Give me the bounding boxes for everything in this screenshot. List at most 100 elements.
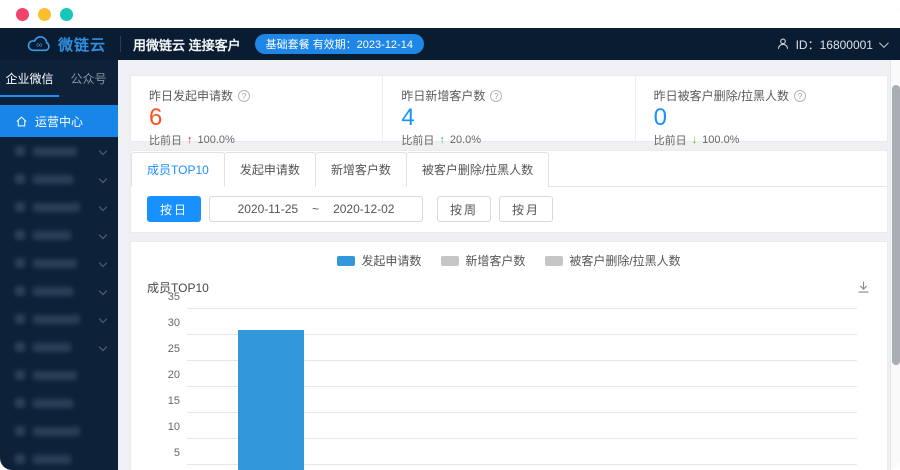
date-range-input[interactable]: 2020-11-25 ~ 2020-12-02 [209, 196, 423, 222]
sidebar-tab-wecom[interactable]: 企业微信 [0, 70, 59, 97]
tab-new-customer-count[interactable]: 新增客户数 [315, 152, 407, 187]
y-axis-tick: 5 [174, 447, 180, 459]
bar-chart: 05101520253035 [187, 310, 857, 470]
range-end-value: 2020-12-02 [333, 202, 394, 216]
brand-name: 微链云 [58, 34, 106, 55]
header-divider [120, 36, 121, 52]
menu-label-blurred [33, 147, 77, 156]
legend-item-requests[interactable]: 发起申请数 [337, 252, 421, 269]
menu-icon [15, 230, 25, 240]
y-axis-tick: 25 [168, 343, 180, 355]
range-separator: ~ [312, 202, 319, 216]
app-window: ∞ 微链云 用微链云 连接客户 基础套餐 有效期：2023-12-14 ID：1… [0, 0, 900, 470]
stat-value: 4 [401, 105, 616, 131]
help-icon[interactable] [794, 90, 806, 102]
menu-icon [15, 202, 25, 212]
menu-label-blurred [33, 231, 71, 240]
range-start-value: 2020-11-25 [238, 202, 299, 216]
sidebar-item-blurred[interactable] [0, 361, 118, 389]
sidebar-item-blurred[interactable] [0, 165, 118, 193]
y-axis-tick: 15 [168, 395, 180, 407]
user-account-menu[interactable]: ID：16800001 [776, 36, 886, 53]
trend-up-icon: ↑ [439, 134, 445, 146]
brand-logo: ∞ 微链云 [26, 34, 118, 55]
stat-value: 6 [149, 105, 364, 131]
by-week-button[interactable]: 按周 [437, 196, 491, 222]
menu-label-blurred [33, 455, 71, 464]
report-tabbar: 成员TOP10 发起申请数 新增客户数 被客户删除/拉黑人数 [131, 151, 887, 187]
help-icon[interactable] [238, 90, 250, 102]
sidebar-item-blurred[interactable] [0, 333, 118, 361]
stat-card-requests: 昨日发起申请数 6 比前日↑100.0% [131, 76, 383, 141]
main-content: 昨日发起申请数 6 比前日↑100.0% 昨日新增客户数 4 比前日↑20.0%… [118, 60, 900, 470]
menu-label-blurred [33, 175, 73, 184]
tab-member-top10[interactable]: 成员TOP10 [131, 152, 225, 187]
sidebar-item-blurred[interactable] [0, 249, 118, 277]
menu-icon [15, 286, 25, 296]
sidebar-item-blurred[interactable] [0, 277, 118, 305]
header-slogan: 用微链云 连接客户 [133, 35, 241, 54]
compare-label: 比前日 [149, 132, 182, 148]
stat-value: 0 [654, 105, 869, 131]
user-icon [776, 37, 790, 51]
report-tabs-panel: 成员TOP10 发起申请数 新增客户数 被客户删除/拉黑人数 按日 2020-1… [130, 150, 888, 233]
compare-label: 比前日 [654, 132, 687, 148]
menu-icon [15, 342, 25, 352]
menu-label-blurred [33, 427, 80, 436]
legend-label: 被客户删除/拉黑人数 [569, 252, 680, 269]
chevron-down-icon [879, 38, 889, 48]
trend-up-icon: ↑ [187, 134, 193, 146]
by-month-button[interactable]: 按月 [499, 196, 553, 222]
sidebar-item-blurred[interactable] [0, 445, 118, 470]
chevron-down-icon [99, 287, 107, 295]
menu-label-blurred [33, 343, 71, 352]
sidebar: 企业微信 公众号 运营中心 [0, 60, 118, 470]
download-icon[interactable] [856, 280, 871, 295]
chevron-down-icon [99, 203, 107, 211]
window-titlebar [0, 0, 900, 28]
chevron-down-icon [99, 315, 107, 323]
sidebar-item-blurred[interactable] [0, 417, 118, 445]
stat-card-deleted-blocked: 昨日被客户删除/拉黑人数 0 比前日↓100.0% [636, 76, 887, 141]
stat-label: 昨日发起申请数 [149, 87, 233, 104]
sidebar-item-blurred[interactable] [0, 389, 118, 417]
zoom-button[interactable] [60, 8, 73, 21]
y-axis-tick: 20 [168, 369, 180, 381]
menu-icon [15, 370, 25, 380]
y-axis-tick: 10 [168, 421, 180, 433]
sidebar-item-blurred[interactable] [0, 193, 118, 221]
legend-swatch [337, 256, 355, 266]
menu-label-blurred [33, 259, 77, 268]
menu-icon [15, 454, 25, 464]
scrollbar-thumb[interactable] [892, 85, 900, 365]
chevron-down-icon [99, 231, 107, 239]
help-icon[interactable] [490, 90, 502, 102]
y-axis-tick: 30 [168, 317, 180, 329]
chevron-down-icon [99, 175, 107, 183]
menu-icon [15, 398, 25, 408]
sidebar-item-blurred[interactable] [0, 137, 118, 165]
legend-label: 新增客户数 [465, 252, 525, 269]
sidebar-tab-official-account[interactable]: 公众号 [59, 70, 118, 97]
stat-label: 昨日被客户删除/拉黑人数 [654, 87, 789, 104]
sidebar-item-blurred[interactable] [0, 305, 118, 333]
chart-plot-area: 05101520253035 [187, 310, 857, 470]
close-button[interactable] [16, 8, 29, 21]
tab-request-count[interactable]: 发起申请数 [224, 152, 316, 187]
menu-icon [15, 426, 25, 436]
sidebar-item-blurred[interactable] [0, 221, 118, 249]
plan-badge: 基础套餐 有效期：2023-12-14 [255, 34, 424, 54]
by-day-button[interactable]: 按日 [147, 196, 201, 222]
menu-icon [15, 258, 25, 268]
legend-item-new-customers[interactable]: 新增客户数 [441, 252, 525, 269]
menu-icon [15, 174, 25, 184]
tab-deleted-blocked-count[interactable]: 被客户删除/拉黑人数 [406, 152, 549, 187]
chart-panel: 发起申请数 新增客户数 被客户删除/拉黑人数 成员TOP10 [130, 241, 888, 470]
sidebar-item-operation-center[interactable]: 运营中心 [0, 105, 118, 137]
minimize-button[interactable] [38, 8, 51, 21]
compare-label: 比前日 [401, 132, 434, 148]
svg-text:∞: ∞ [36, 39, 42, 49]
user-id-label: ID：16800001 [796, 36, 873, 53]
legend-item-deleted-blocked[interactable]: 被客户删除/拉黑人数 [545, 252, 680, 269]
menu-icon [15, 146, 25, 156]
